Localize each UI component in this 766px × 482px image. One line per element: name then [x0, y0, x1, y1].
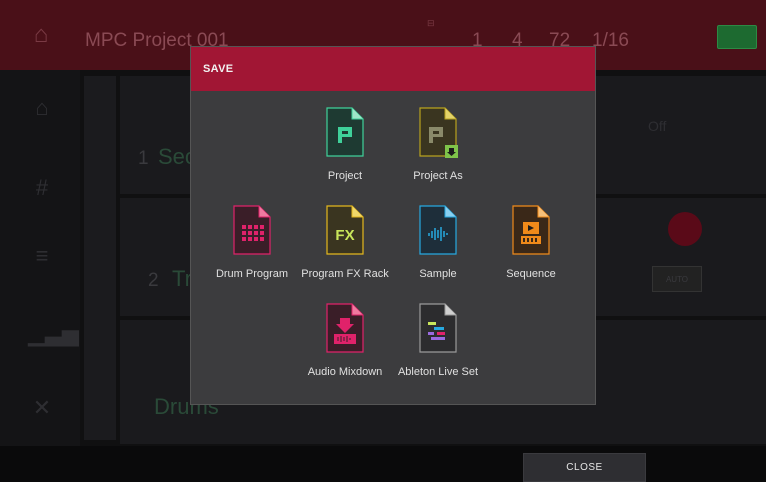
step-sequencer-icon[interactable]: ≡ [28, 242, 56, 270]
menu-icon[interactable]: ⊟ [427, 18, 435, 29]
track-number: 2 [148, 270, 159, 291]
ableton-live-set-icon [419, 303, 457, 353]
project-icon [326, 107, 364, 157]
grid-icon[interactable]: # [28, 174, 56, 202]
option-label: Project As [413, 170, 463, 182]
main-icon[interactable]: ⌂ [28, 94, 56, 122]
bottom-bar [0, 446, 766, 482]
option-label: Project [327, 170, 363, 182]
option-label: Audio Mixdown [307, 366, 383, 378]
sample-icon [419, 205, 457, 255]
fx-icon[interactable]: ✕ [28, 394, 56, 422]
svg-text:FX: FX [335, 227, 354, 244]
save-audio-mixdown-option[interactable]: Audio Mixdown [295, 303, 395, 393]
dialog-header: SAVE [191, 47, 595, 91]
mixer-icon[interactable]: ▁▃▅ [28, 320, 79, 348]
drum-program-icon [233, 205, 271, 255]
save-sample-option[interactable]: Sample [388, 205, 488, 295]
dialog-title: SAVE [203, 63, 234, 75]
audio-mixdown-icon [326, 303, 364, 353]
option-label: Drum Program [215, 268, 289, 280]
program-fx-rack-icon: FX [326, 205, 364, 255]
option-label: Sample [419, 268, 457, 280]
sequence-icon [512, 205, 550, 255]
status-badge[interactable] [717, 25, 757, 49]
option-label: Sequence [506, 268, 556, 280]
track-name[interactable]: Tr [172, 266, 192, 292]
auto-button[interactable]: AUTO [652, 266, 702, 292]
quantize-value[interactable]: 1/16 [592, 30, 629, 52]
save-project-option[interactable]: Project [295, 107, 395, 197]
save-sequence-option[interactable]: Sequence [481, 205, 581, 295]
screen: ⌂ MPC Project 001 ⊟ 1 4 72 1/16 ⌂ # ≡ ▁▃… [0, 0, 766, 482]
close-button[interactable]: CLOSE [523, 453, 646, 482]
track-strip [84, 76, 116, 440]
left-nav: ⌂ # ≡ ▁▃▅ ✕ [0, 70, 80, 482]
save-project-as-option[interactable]: Project As [388, 107, 488, 197]
home-icon[interactable]: ⌂ [28, 22, 54, 48]
save-drum-program-option[interactable]: Drum Program [202, 205, 302, 295]
option-label: Program FX Rack [301, 268, 389, 280]
save-dialog: SAVE Project Project As Drum Program FX … [190, 46, 596, 405]
save-ableton-live-set-option[interactable]: Ableton Live Set [388, 303, 488, 393]
project-as-icon [419, 107, 458, 158]
timecode-value: Off [648, 118, 667, 134]
save-program-fx-rack-option[interactable]: FX Program FX Rack [295, 205, 395, 295]
seq-number: 1 [138, 148, 149, 169]
record-button[interactable] [668, 212, 702, 246]
option-label: Ableton Live Set [397, 366, 479, 378]
